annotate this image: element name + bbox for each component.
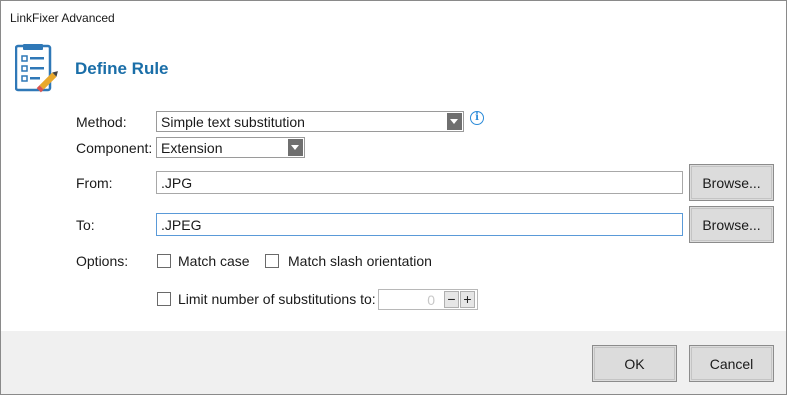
- to-input[interactable]: .JPEG: [156, 213, 683, 236]
- define-rule-dialog: LinkFixer Advanced Define Rule Method: S…: [0, 0, 787, 395]
- match-slash-label[interactable]: Match slash orientation: [288, 253, 432, 269]
- limit-substitutions-checkbox[interactable]: [157, 292, 171, 306]
- dialog-footer: OK Cancel: [1, 331, 786, 394]
- method-select[interactable]: Simple text substitution: [156, 111, 464, 132]
- info-icon[interactable]: i: [470, 111, 484, 125]
- from-browse-button[interactable]: Browse...: [689, 164, 774, 201]
- component-select-value: Extension: [161, 140, 223, 156]
- to-label: To:: [76, 217, 95, 233]
- options-label: Options:: [76, 253, 129, 269]
- limit-substitutions-stepper[interactable]: 0 − +: [378, 289, 478, 310]
- limit-substitutions-value[interactable]: 0: [427, 292, 435, 308]
- to-input-value: .JPEG: [161, 217, 202, 233]
- cancel-button[interactable]: Cancel: [689, 345, 774, 382]
- method-label: Method:: [76, 114, 127, 130]
- chevron-down-icon[interactable]: [288, 139, 303, 156]
- match-case-checkbox[interactable]: [157, 254, 171, 268]
- from-label: From:: [76, 175, 113, 191]
- chevron-down-icon[interactable]: [447, 113, 462, 130]
- plus-icon[interactable]: +: [460, 291, 475, 308]
- match-slash-checkbox[interactable]: [265, 254, 279, 268]
- match-case-label[interactable]: Match case: [178, 253, 250, 269]
- from-input[interactable]: .JPG: [156, 171, 683, 194]
- from-input-value: .JPG: [161, 175, 193, 191]
- limit-substitutions-label[interactable]: Limit number of substitutions to:: [178, 291, 376, 307]
- to-browse-button[interactable]: Browse...: [689, 206, 774, 243]
- checklist-edit-icon: [15, 44, 58, 93]
- window-title: LinkFixer Advanced: [10, 11, 115, 25]
- minus-icon[interactable]: −: [444, 291, 459, 308]
- page-title: Define Rule: [75, 59, 169, 78]
- ok-button[interactable]: OK: [592, 345, 677, 382]
- component-label: Component:: [76, 140, 153, 156]
- component-select[interactable]: Extension: [156, 137, 305, 158]
- method-select-value: Simple text substitution: [161, 114, 305, 130]
